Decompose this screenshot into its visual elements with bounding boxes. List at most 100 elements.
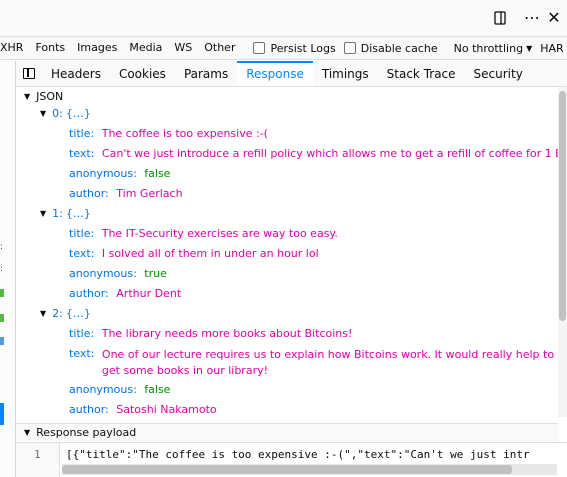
json-object-row[interactable]: ▼ 1: {…}	[40, 207, 91, 220]
json-property-row[interactable]: author: Satoshi Nakamoto	[69, 403, 217, 416]
json-property-row[interactable]: title: The coffee is too expensive :-(	[69, 127, 268, 140]
json-string-value: The coffee is too expensive :-(	[101, 127, 268, 140]
collapse-triangle-icon[interactable]: ▼	[24, 428, 30, 437]
filter-images-button[interactable]: Images	[71, 38, 123, 58]
selected-request-marker	[0, 403, 4, 425]
disable-cache-checkbox[interactable]	[343, 42, 356, 54]
expand-triangle-icon[interactable]: ▼	[40, 209, 46, 218]
json-property-row[interactable]: title: The IT-Security exercises are way…	[69, 227, 338, 240]
timing-bar	[0, 289, 4, 297]
json-key: author:	[69, 287, 109, 300]
json-boolean-value: false	[144, 167, 171, 180]
json-property-row[interactable]: text: I solved all of them in under an h…	[69, 247, 319, 260]
filter-xhr-button[interactable]: XHR	[0, 38, 29, 58]
persist-logs-checkbox[interactable]	[253, 42, 266, 54]
timing-bar	[0, 337, 4, 345]
request-list-edge[interactable]: : :	[0, 61, 16, 477]
tab-response[interactable]: Response	[237, 61, 313, 86]
response-panel: ▼ JSON ▼ 0: {…} title: The coffee is too…	[16, 87, 567, 477]
json-key: text:	[69, 247, 95, 260]
json-string-value: The IT-Security exercises are way too ea…	[101, 227, 338, 240]
line-number: 1	[34, 448, 41, 461]
json-index: 0:	[52, 107, 63, 120]
json-property-row[interactable]: author: Arthur Dent	[69, 287, 181, 300]
json-key: author:	[69, 187, 109, 200]
har-label: HAR	[540, 41, 564, 55]
json-brace: {…}	[65, 107, 91, 120]
json-boolean-value: false	[144, 383, 171, 396]
json-string-value: The library needs more books about Bitco…	[101, 327, 353, 340]
json-key: author:	[69, 403, 109, 416]
json-string-value: One of our lecture requires us to explai…	[101, 348, 555, 377]
tab-headers[interactable]: Headers	[42, 61, 110, 86]
timing-bar	[0, 314, 4, 322]
dock-side-icon[interactable]	[491, 9, 509, 27]
json-section-header[interactable]: ▼ JSON	[16, 87, 558, 105]
tab-stack-trace[interactable]: Stack Trace	[378, 61, 465, 86]
json-string-value: I solved all of them in under an hour lo…	[101, 247, 319, 260]
persist-logs-label: Persist Logs	[270, 41, 336, 55]
json-property-row[interactable]: anonymous: true	[69, 267, 167, 280]
throttling-value: No throttling	[453, 41, 524, 55]
filter-media-button[interactable]: Media	[123, 38, 168, 58]
devtools-topbar: ⋯ ✕	[0, 0, 567, 36]
json-property-row[interactable]: text: Can't we just introduce a refill p…	[69, 147, 567, 160]
close-icon[interactable]: ✕	[545, 9, 563, 27]
json-key: anonymous:	[69, 383, 137, 396]
scrollbar-thumb[interactable]	[62, 465, 512, 474]
vertical-scrollbar[interactable]	[558, 87, 567, 417]
json-property-row[interactable]: author: Tim Gerlach	[69, 187, 183, 200]
scrollbar-thumb[interactable]	[559, 91, 566, 321]
json-key: text:	[69, 347, 95, 360]
json-brace: {…}	[65, 207, 91, 220]
throttling-select[interactable]: No throttling ▼	[450, 42, 537, 55]
tab-params[interactable]: Params	[175, 61, 237, 86]
json-string-value: Satoshi Nakamoto	[116, 403, 217, 416]
json-string-value: Arthur Dent	[116, 287, 182, 300]
json-brace: {…}	[65, 307, 91, 320]
filter-other-button[interactable]: Other	[198, 38, 241, 58]
payload-section-label: Response payload	[36, 426, 137, 439]
json-property-row[interactable]: title: The library needs more books abou…	[69, 327, 352, 340]
filter-ws-button[interactable]: WS	[168, 38, 198, 58]
expand-triangle-icon[interactable]: ▼	[40, 109, 46, 118]
collapse-triangle-icon[interactable]: ▼	[24, 92, 30, 101]
json-key: title:	[69, 227, 95, 240]
payload-code-text[interactable]: [{"title":"The coffee is too expensive :…	[66, 448, 561, 461]
payload-section-header[interactable]: ▼ Response payload	[16, 423, 558, 441]
horizontal-scrollbar[interactable]	[62, 464, 557, 475]
json-object-row[interactable]: ▼ 2: {…}	[40, 307, 91, 320]
chevron-down-icon: ▼	[526, 43, 533, 53]
json-property-row[interactable]: anonymous: false	[69, 167, 170, 180]
details-tab-bar: Headers Cookies Params Response Timings …	[16, 61, 567, 87]
json-object-row[interactable]: ▼ 0: {…}	[40, 107, 91, 120]
tab-timings[interactable]: Timings	[313, 61, 378, 86]
disable-cache-label: Disable cache	[360, 41, 438, 55]
sidebar-toggle-icon[interactable]	[16, 61, 42, 86]
har-menu-button[interactable]: HAR ▼	[536, 42, 567, 55]
more-options-icon[interactable]: ⋯	[523, 9, 541, 27]
json-boolean-value: true	[144, 267, 167, 280]
json-property-row[interactable]: text: One of our lecture requires us to …	[69, 347, 558, 379]
json-section-label: JSON	[36, 89, 64, 103]
json-index: 1:	[52, 207, 63, 220]
tab-security[interactable]: Security	[465, 61, 532, 86]
json-key: anonymous:	[69, 267, 137, 280]
json-key: text:	[69, 147, 95, 160]
json-string-value: Tim Gerlach	[116, 187, 183, 200]
expand-triangle-icon[interactable]: ▼	[40, 309, 46, 318]
json-string-value: Can't we just introduce a refill policy …	[101, 147, 567, 160]
request-list-fragment: :	[0, 264, 4, 274]
json-key: title:	[69, 327, 95, 340]
json-property-row[interactable]: anonymous: false	[69, 383, 170, 396]
tab-cookies[interactable]: Cookies	[110, 61, 175, 86]
request-list-fragment: :	[0, 242, 4, 252]
disable-cache-toggle[interactable]: Disable cache	[340, 42, 442, 55]
filter-fonts-button[interactable]: Fonts	[29, 38, 71, 58]
line-number-gutter: 1	[16, 443, 60, 477]
network-filter-toolbar: XHR Fonts Images Media WS Other Persist …	[0, 36, 567, 60]
json-key: anonymous:	[69, 167, 137, 180]
json-index: 2:	[52, 307, 63, 320]
json-key: title:	[69, 127, 95, 140]
persist-logs-toggle[interactable]: Persist Logs	[249, 42, 339, 55]
